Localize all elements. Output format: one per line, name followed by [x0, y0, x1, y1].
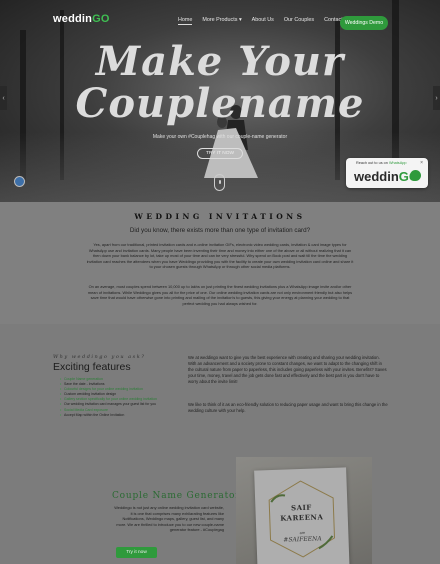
whatsapp-icon[interactable]	[410, 170, 421, 181]
nav-about-us[interactable]: About Us	[252, 17, 274, 25]
hero-title-line1: Make Your	[95, 38, 345, 85]
whatsapp-popup[interactable]: Reach out to us on WhatsApp × weddinGO	[346, 158, 428, 188]
whatsapp-popup-text: Reach out to us on WhatsApp	[356, 161, 407, 165]
scroll-down-icon[interactable]	[214, 174, 225, 191]
nav-home[interactable]: Home	[178, 17, 193, 25]
accessibility-icon[interactable]	[14, 176, 25, 187]
features-eyebrow: Why weddingo you ask?	[53, 354, 146, 360]
slider-next-icon[interactable]: ›	[433, 86, 440, 110]
features-list: Couple Name generation Save the date - I…	[60, 377, 157, 418]
logo-accent: GO	[92, 13, 110, 25]
try-it-now-button[interactable]: TRY IT NOW	[197, 148, 243, 159]
close-icon[interactable]: ×	[420, 160, 423, 166]
hero-title-line2: Couplename	[75, 80, 365, 127]
invitation-card-image: SAIF KAREENA are #SAIFEENA	[236, 457, 372, 564]
features-paragraph-1: We at weddingo want to give you the best…	[188, 355, 387, 384]
features-section: Why weddingo you ask? Exciting features …	[0, 324, 440, 564]
slider-prev-icon[interactable]: ‹	[0, 86, 7, 110]
couple-generator-paragraph: Weddingo is not just any online wedding …	[114, 505, 224, 533]
intro-paragraph-1: Yes, apart from our traditional, printed…	[86, 242, 354, 270]
section-subheading: Did you know, there exists more than one…	[129, 227, 311, 234]
logo[interactable]: weddinGO	[53, 13, 110, 25]
couple-generator-title: Couple Name Generator	[112, 491, 241, 501]
features-paragraph-2: We like to think of it as an eco-friendl…	[188, 402, 388, 413]
logo-text: weddin	[53, 13, 93, 25]
nav-our-couples[interactable]: Our Couples	[284, 17, 314, 25]
hero-subtitle: Make your own #Couplehag with our couple…	[152, 134, 288, 140]
intro-paragraph-2: On an average, most couples spend betwee…	[87, 284, 353, 306]
main-nav: Home More Products ▾ About Us Our Couple…	[178, 17, 353, 25]
section-heading: WEDDING INVITATIONS	[134, 212, 306, 221]
try-it-now-button-2[interactable]: Try it now	[116, 547, 157, 558]
invitation-card: SAIF KAREENA are #SAIFEENA	[254, 467, 350, 564]
nav-more-products[interactable]: More Products ▾	[202, 17, 241, 25]
features-title: Exciting features	[53, 361, 131, 373]
weddings-demo-button[interactable]: Weddings Demo	[340, 16, 388, 30]
list-item: Accept Map within the Online Invitation	[60, 413, 157, 418]
wedding-invitations-section: WEDDING INVITATIONS Did you know, there …	[0, 202, 440, 324]
